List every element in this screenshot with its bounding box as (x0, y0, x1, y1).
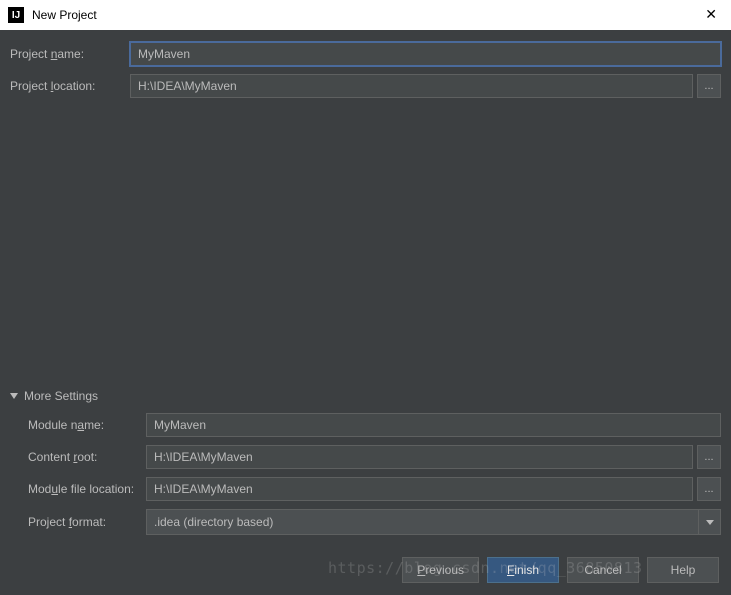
more-settings-label: More Settings (24, 389, 98, 403)
project-name-label: Project name: (10, 47, 130, 61)
dropdown-arrow-icon (698, 510, 720, 534)
help-button[interactable]: Help (647, 557, 719, 583)
more-settings-toggle[interactable]: More Settings (10, 389, 721, 403)
project-location-browse-button[interactable]: ... (697, 74, 721, 98)
content-root-label: Content root: (10, 450, 146, 464)
module-file-location-row: Module file location: ... (10, 477, 721, 501)
previous-button[interactable]: Previous (402, 557, 479, 583)
content-area: Project name: Project location: ... (0, 30, 731, 98)
content-root-row: Content root: ... (10, 445, 721, 469)
content-root-input[interactable] (146, 445, 693, 469)
content-root-browse-button[interactable]: ... (697, 445, 721, 469)
close-icon[interactable]: ✕ (705, 6, 717, 23)
cancel-button[interactable]: Cancel (567, 557, 639, 583)
module-file-location-browse-button[interactable]: ... (697, 477, 721, 501)
module-name-input[interactable] (146, 413, 721, 437)
more-settings-section: More Settings Module name: Content root:… (0, 389, 731, 543)
project-name-row: Project name: (10, 42, 721, 66)
button-bar: Previous Finish Cancel Help (402, 557, 719, 583)
title-bar: IJ New Project ✕ (0, 0, 731, 30)
app-icon: IJ (8, 7, 24, 23)
project-format-value: .idea (directory based) (154, 515, 273, 529)
project-name-input[interactable] (130, 42, 721, 66)
project-location-input[interactable] (130, 74, 693, 98)
finish-button[interactable]: Finish (487, 557, 559, 583)
chevron-down-icon (10, 393, 18, 399)
module-file-location-input[interactable] (146, 477, 693, 501)
module-file-location-label: Module file location: (10, 482, 146, 496)
module-name-label: Module name: (10, 418, 146, 432)
project-format-select[interactable]: .idea (directory based) (146, 509, 721, 535)
project-location-label: Project location: (10, 79, 130, 93)
module-name-row: Module name: (10, 413, 721, 437)
window-title: New Project (32, 8, 97, 22)
project-format-label: Project format: (10, 515, 146, 529)
project-location-row: Project location: ... (10, 74, 721, 98)
project-format-row: Project format: .idea (directory based) (10, 509, 721, 535)
